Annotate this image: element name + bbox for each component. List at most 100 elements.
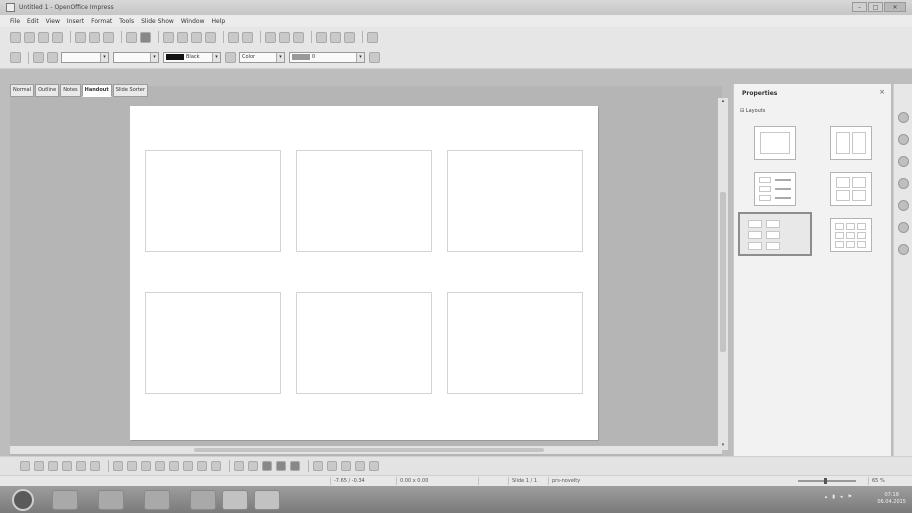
glue-points-icon[interactable] bbox=[248, 461, 258, 471]
maximize-icon[interactable]: □ bbox=[868, 2, 883, 12]
block-arrows-icon[interactable] bbox=[169, 461, 179, 471]
handout-slide-placeholder[interactable] bbox=[296, 150, 432, 252]
text-icon[interactable] bbox=[90, 461, 100, 471]
email-icon[interactable] bbox=[52, 31, 63, 43]
rectangle-icon[interactable] bbox=[62, 461, 72, 471]
clone-formatting-icon[interactable] bbox=[205, 31, 216, 43]
gallery-icon[interactable] bbox=[898, 244, 909, 255]
fontwork-icon[interactable] bbox=[262, 461, 272, 471]
chart-icon[interactable] bbox=[265, 31, 276, 43]
layout-2-slides[interactable] bbox=[830, 126, 872, 160]
templates-icon[interactable] bbox=[24, 31, 35, 43]
line-style-select[interactable]: ▾ bbox=[61, 52, 109, 63]
area-icon[interactable] bbox=[225, 52, 236, 63]
area-style-select[interactable]: Color ▾ bbox=[239, 52, 285, 63]
slide-transition-icon[interactable] bbox=[898, 134, 909, 145]
select-icon[interactable] bbox=[20, 461, 30, 471]
handout-slide-placeholder[interactable] bbox=[145, 292, 281, 394]
stars-icon[interactable] bbox=[211, 461, 221, 471]
hyperlink-icon[interactable] bbox=[293, 31, 304, 43]
horizontal-scrollbar[interactable] bbox=[10, 446, 722, 454]
line-color-select[interactable]: Black ▾ bbox=[163, 52, 221, 63]
menu-view[interactable]: View bbox=[46, 18, 60, 25]
layout-3-slides[interactable] bbox=[754, 172, 796, 206]
styles-icon[interactable] bbox=[10, 52, 21, 63]
start-icon[interactable] bbox=[12, 489, 34, 511]
zoom-icon[interactable] bbox=[344, 31, 355, 43]
chrome-taskbar-icon[interactable] bbox=[190, 490, 216, 510]
help-icon[interactable] bbox=[367, 31, 378, 43]
area-color-select[interactable]: 0 ▾ bbox=[289, 52, 365, 63]
arrange-icon[interactable] bbox=[341, 461, 351, 471]
print-icon[interactable] bbox=[103, 31, 114, 43]
extrusion-icon[interactable] bbox=[355, 461, 365, 471]
menu-slide-show[interactable]: Slide Show bbox=[141, 18, 174, 25]
line-arrow-icon[interactable] bbox=[48, 461, 58, 471]
paste-icon[interactable] bbox=[191, 31, 202, 43]
menu-insert[interactable]: Insert bbox=[67, 18, 84, 25]
connector-icon[interactable] bbox=[113, 461, 123, 471]
rotate-icon[interactable] bbox=[313, 461, 323, 471]
clock[interactable]: 07:18 06.04.2015 bbox=[877, 492, 906, 506]
layouts-section-header[interactable]: ⊟ Layouts bbox=[740, 108, 765, 114]
animation-icon[interactable] bbox=[898, 178, 909, 189]
arrow-style-icon[interactable] bbox=[47, 52, 58, 63]
undo-icon[interactable] bbox=[228, 31, 239, 43]
scrollbar-thumb[interactable] bbox=[720, 192, 726, 352]
points-icon[interactable] bbox=[234, 461, 244, 471]
flag-icon[interactable]: ⚑ bbox=[848, 494, 852, 500]
line-tool-icon[interactable] bbox=[34, 461, 44, 471]
export-pdf-icon[interactable] bbox=[89, 31, 100, 43]
properties-icon[interactable] bbox=[898, 112, 909, 123]
explorer-taskbar-icon[interactable] bbox=[52, 490, 78, 510]
media-player-taskbar-icon[interactable] bbox=[98, 490, 124, 510]
zoom-slider-knob[interactable] bbox=[824, 478, 827, 484]
handout-slide-placeholder[interactable] bbox=[145, 150, 281, 252]
tab-handout[interactable]: Handout bbox=[81, 84, 112, 97]
master-pages-icon[interactable] bbox=[898, 156, 909, 167]
handout-slide-placeholder[interactable] bbox=[447, 150, 583, 252]
flowchart-icon[interactable] bbox=[183, 461, 193, 471]
redo-icon[interactable] bbox=[242, 31, 253, 43]
status-zoom[interactable]: 65 % bbox=[868, 477, 885, 485]
toggle-3d-icon[interactable] bbox=[369, 461, 379, 471]
tab-outline[interactable]: Outline bbox=[35, 84, 60, 97]
autospellcheck-icon[interactable] bbox=[140, 31, 151, 43]
scroll-up-icon[interactable]: ▴ bbox=[718, 98, 728, 106]
layout-4-slides[interactable] bbox=[830, 172, 872, 206]
line-width-field[interactable]: ▾ bbox=[113, 52, 159, 63]
copy-icon[interactable] bbox=[177, 31, 188, 43]
navigator-icon[interactable] bbox=[898, 222, 909, 233]
volume-icon[interactable]: ◂ bbox=[840, 494, 843, 500]
handout-slide-placeholder[interactable] bbox=[296, 292, 432, 394]
menu-tools[interactable]: Tools bbox=[119, 18, 134, 25]
close-icon[interactable]: ✕ bbox=[884, 2, 906, 12]
symbol-shapes-icon[interactable] bbox=[155, 461, 165, 471]
tab-notes[interactable]: Notes bbox=[60, 84, 81, 97]
browser-taskbar-icon[interactable] bbox=[144, 490, 170, 510]
line-icon[interactable] bbox=[33, 52, 44, 63]
menu-file[interactable]: File bbox=[10, 18, 20, 25]
close-icon[interactable]: × bbox=[879, 88, 885, 96]
edit-file-icon[interactable] bbox=[75, 31, 86, 43]
tab-slide-sorter[interactable]: Slide Sorter bbox=[112, 84, 148, 97]
handout-page[interactable] bbox=[130, 106, 598, 440]
basic-shapes-icon[interactable] bbox=[141, 461, 151, 471]
menu-window[interactable]: Window bbox=[181, 18, 205, 25]
navigator-toolbar-icon[interactable] bbox=[330, 31, 341, 43]
tray-arrow-icon[interactable]: ▴ bbox=[825, 494, 828, 500]
word-taskbar-icon[interactable] bbox=[222, 490, 248, 510]
handout-slide-placeholder[interactable] bbox=[447, 292, 583, 394]
layout-1-slide[interactable] bbox=[754, 126, 796, 160]
menu-help[interactable]: Help bbox=[212, 18, 226, 25]
menu-edit[interactable]: Edit bbox=[27, 18, 39, 25]
callouts-icon[interactable] bbox=[197, 461, 207, 471]
openoffice-taskbar-icon[interactable] bbox=[254, 490, 280, 510]
table-icon[interactable] bbox=[279, 31, 290, 43]
layout-9-slides[interactable] bbox=[830, 218, 872, 252]
save-icon[interactable] bbox=[38, 31, 49, 43]
menu-format[interactable]: Format bbox=[91, 18, 112, 25]
cut-icon[interactable] bbox=[163, 31, 174, 43]
curve-icon[interactable] bbox=[127, 461, 137, 471]
from-file-icon[interactable] bbox=[276, 461, 286, 471]
